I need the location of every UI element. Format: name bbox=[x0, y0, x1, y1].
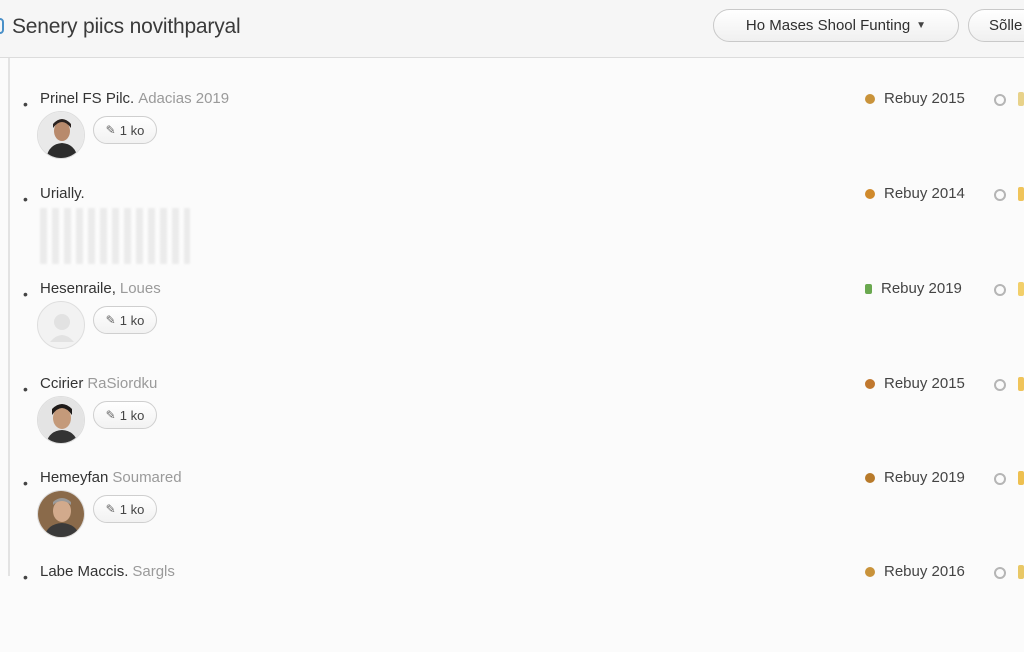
select-radio[interactable] bbox=[994, 94, 1006, 106]
row-name-text: Hesenraile, bbox=[40, 280, 116, 297]
edge-marker bbox=[1018, 92, 1024, 106]
list-item: • Urially. Rebuy 2014 bbox=[0, 180, 1024, 274]
status: Rebuy 2019 bbox=[865, 280, 962, 297]
row-name: Labe Maccis. Sargls bbox=[40, 563, 175, 580]
status: Rebuy 2015 bbox=[865, 375, 965, 392]
count-chip[interactable]: ✎ 1 ko bbox=[93, 116, 157, 144]
avatar[interactable] bbox=[37, 396, 85, 444]
chip-label: 1 ko bbox=[119, 407, 145, 423]
row-name: Prinel FS Pilc. Adacias 2019 bbox=[40, 90, 229, 107]
status: Rebuy 2015 bbox=[865, 90, 965, 107]
status: Rebuy 2014 bbox=[865, 185, 965, 202]
row-name-text: Urially. bbox=[40, 185, 85, 202]
edge-marker bbox=[1018, 282, 1024, 296]
status: Rebuy 2016 bbox=[865, 563, 965, 580]
status-dot-icon bbox=[865, 93, 875, 104]
row-name-text: Hemeyfan bbox=[40, 469, 109, 486]
dropdown-label: Ho Mases Shool Funting bbox=[745, 17, 911, 34]
status-dot-icon bbox=[865, 188, 875, 199]
select-radio[interactable] bbox=[994, 379, 1006, 391]
row-name-text: Prinel FS Pilc. bbox=[40, 90, 135, 107]
edge-marker bbox=[1018, 187, 1024, 201]
status-label: Rebuy 2015 bbox=[884, 375, 965, 392]
row-name: Hemeyfan Soumared bbox=[40, 469, 182, 486]
row-name: Hesenraile, Loues bbox=[40, 280, 161, 297]
bullet-icon: • bbox=[23, 569, 28, 585]
status-label: Rebuy 2015 bbox=[884, 90, 965, 107]
side-button[interactable]: Sõlle bbox=[968, 9, 1024, 42]
row-name-text: Labe Maccis. bbox=[40, 563, 129, 580]
funding-dropdown[interactable]: Ho Mases Shool Funting ▼ bbox=[713, 9, 959, 42]
row-subtitle: Adacias 2019 bbox=[138, 90, 230, 107]
count-chip[interactable]: ✎ 1 ko bbox=[93, 306, 157, 334]
row-subtitle: Soumared bbox=[112, 469, 182, 486]
status-dot-icon bbox=[865, 472, 875, 483]
row-subtitle: RaSiordku bbox=[87, 375, 158, 392]
select-radio[interactable] bbox=[994, 189, 1006, 201]
select-radio[interactable] bbox=[994, 473, 1006, 485]
list-item: • Ccirier RaSiordku ✎ 1 ko Rebuy 2015 bbox=[0, 370, 1024, 464]
chip-label: 1 ko bbox=[119, 501, 145, 517]
bullet-icon: • bbox=[23, 475, 28, 491]
chip-label: 1 ko bbox=[119, 312, 145, 328]
list-item: • Labe Maccis. Sargls Rebuy 2016 bbox=[0, 558, 1024, 652]
avatar-placeholder[interactable] bbox=[37, 301, 85, 349]
row-subtitle: Sargls bbox=[132, 563, 175, 580]
row-name: Urially. bbox=[40, 185, 85, 202]
top-header: Senery piics novithparyal Ho Mases Shool… bbox=[0, 0, 1024, 58]
status-label: Rebuy 2019 bbox=[881, 280, 962, 297]
edge-marker bbox=[1018, 377, 1024, 391]
list-item: • Prinel FS Pilc. Adacias 2019 ✎ 1 ko Reb… bbox=[0, 85, 1024, 179]
chevron-down-icon: ▼ bbox=[916, 20, 927, 31]
row-subtitle: Loues bbox=[119, 280, 161, 297]
list-item: • Hemeyfan Soumared ✎ 1 ko Rebuy 2019 bbox=[0, 464, 1024, 558]
row-name-text: Ccirier bbox=[40, 375, 84, 392]
status-dot-icon bbox=[865, 378, 875, 389]
edit-icon: ✎ bbox=[105, 313, 116, 327]
status-label: Rebuy 2016 bbox=[884, 563, 965, 580]
edit-icon: ✎ bbox=[105, 502, 116, 516]
row-name: Ccirier RaSiordku bbox=[40, 375, 157, 392]
status-dot-icon bbox=[865, 566, 875, 577]
select-radio[interactable] bbox=[994, 567, 1006, 579]
page-title: Senery piics novithparyal bbox=[12, 15, 241, 38]
select-radio[interactable] bbox=[994, 284, 1006, 296]
app-icon bbox=[0, 18, 4, 34]
blurred-content bbox=[40, 208, 190, 264]
status-label: Rebuy 2019 bbox=[884, 469, 965, 486]
bullet-icon: • bbox=[23, 96, 28, 112]
avatar[interactable] bbox=[37, 111, 85, 159]
count-chip[interactable]: ✎ 1 ko bbox=[93, 401, 157, 429]
status-dot-icon bbox=[865, 283, 872, 294]
chip-label: 1 ko bbox=[119, 122, 145, 138]
bullet-icon: • bbox=[23, 286, 28, 302]
status: Rebuy 2019 bbox=[865, 469, 965, 486]
avatar[interactable] bbox=[37, 490, 85, 538]
edge-marker bbox=[1018, 565, 1024, 579]
status-label: Rebuy 2014 bbox=[884, 185, 965, 202]
count-chip[interactable]: ✎ 1 ko bbox=[93, 495, 157, 523]
list-item: • Hesenraile, Loues ✎ 1 ko Rebuy 2019 bbox=[0, 275, 1024, 369]
bullet-icon: • bbox=[23, 191, 28, 207]
edit-icon: ✎ bbox=[105, 123, 116, 137]
bullet-icon: • bbox=[23, 381, 28, 397]
edit-icon: ✎ bbox=[105, 408, 116, 422]
edge-marker bbox=[1018, 471, 1024, 485]
